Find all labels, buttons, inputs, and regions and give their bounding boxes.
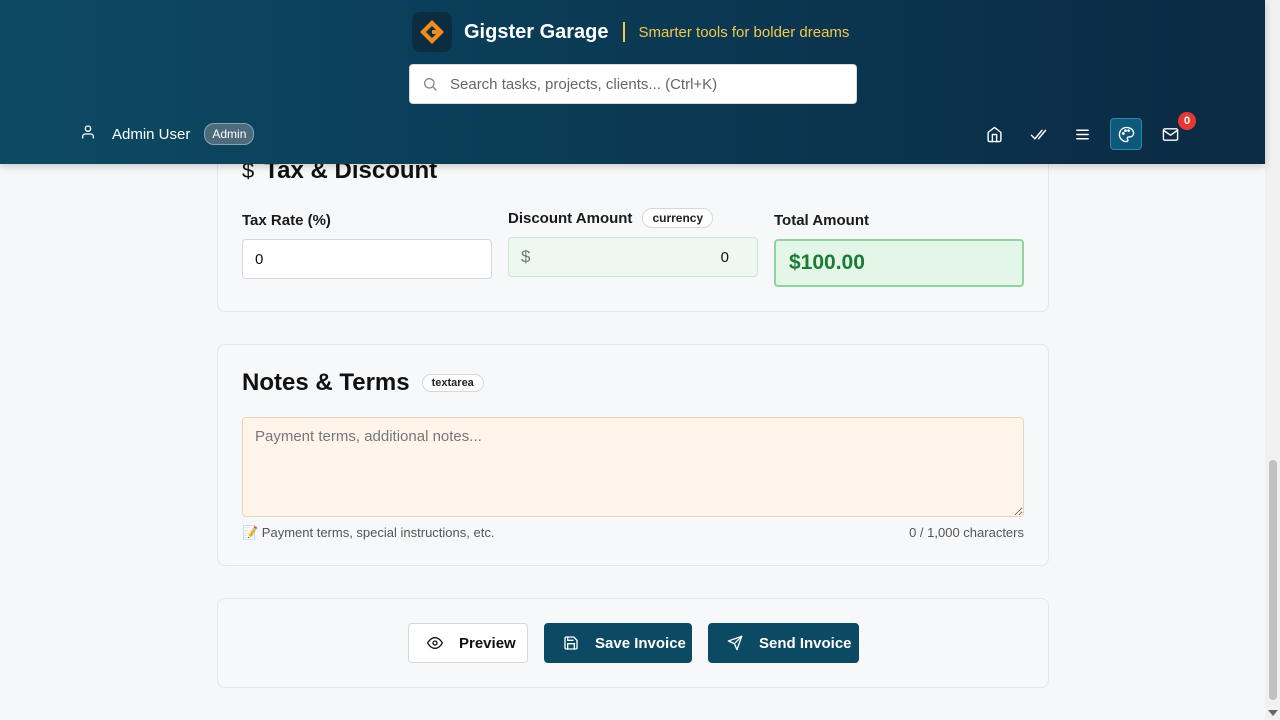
search-input[interactable] — [450, 75, 850, 93]
home-icon[interactable] — [978, 118, 1010, 150]
notification-badge: 0 — [1178, 112, 1196, 130]
discount-input[interactable]: $ 0 — [508, 237, 758, 277]
tax-rate-input[interactable]: 0 — [242, 239, 492, 279]
user-name: Admin User — [112, 125, 191, 143]
textarea-tag: textarea — [421, 374, 484, 392]
total-amount-label: Total Amount — [774, 212, 869, 229]
menu-icon[interactable] — [1066, 118, 1098, 150]
preview-button[interactable]: Preview — [408, 623, 528, 663]
total-amount-value: $100.00 — [789, 251, 865, 274]
app-header: Gigster Garage Smarter tools for bolder … — [0, 0, 1265, 164]
brand[interactable]: Gigster Garage Smarter tools for bolder … — [412, 12, 849, 52]
send-invoice-label: Send Invoice — [759, 634, 852, 652]
brand-divider — [622, 22, 625, 42]
tasks-check-icon[interactable] — [1022, 118, 1054, 150]
role-badge: Admin — [204, 123, 255, 145]
tax-rate-label: Tax Rate (%) — [242, 212, 331, 229]
scrollbar-thumb[interactable] — [1269, 460, 1277, 700]
discount-label: Discount Amount currency — [508, 208, 714, 228]
currency-symbol: $ — [521, 247, 531, 266]
logo-icon — [412, 12, 452, 52]
total-amount-display: $100.00 — [774, 239, 1024, 287]
notes-hint: 📝 Payment terms, special instructions, e… — [242, 525, 495, 540]
currency-tag: currency — [642, 208, 714, 228]
character-counter: 0 / 1,000 characters — [909, 525, 1024, 540]
send-icon — [727, 635, 743, 651]
preview-label: Preview — [459, 634, 516, 652]
brand-name: Gigster Garage — [464, 20, 609, 43]
discount-value: 0 — [720, 248, 729, 266]
notes-terms-title: Notes & Terms textarea — [242, 369, 484, 397]
mail-icon[interactable]: 0 — [1154, 112, 1196, 150]
page-scrollbar[interactable] — [1265, 0, 1280, 720]
user-info[interactable]: Admin User Admin — [80, 123, 255, 145]
brand-tagline: Smarter tools for bolder dreams — [638, 23, 850, 41]
header-nav: 0 — [978, 112, 1198, 150]
notes-textarea[interactable] — [242, 417, 1024, 517]
save-invoice-label: Save Invoice — [595, 634, 686, 652]
discount-label-text: Discount Amount — [508, 209, 633, 227]
eye-icon — [427, 635, 443, 651]
scroll-down-arrow-icon[interactable] — [1268, 710, 1278, 716]
save-invoice-button[interactable]: Save Invoice — [544, 623, 692, 663]
tax-rate-value: 0 — [255, 250, 264, 268]
total-amount-label-text: Total Amount — [774, 212, 869, 229]
send-invoice-button[interactable]: Send Invoice — [708, 623, 859, 663]
tax-rate-label-text: Tax Rate (%) — [242, 212, 331, 229]
global-search[interactable] — [409, 64, 857, 104]
notes-terms-title-text: Notes & Terms — [242, 369, 410, 396]
user-icon — [80, 124, 96, 145]
notes-terms-card: Notes & Terms textarea 📝 Payment terms, … — [217, 344, 1049, 566]
palette-icon[interactable] — [1110, 118, 1142, 150]
invoice-actions-card: Preview Save Invoice Send Invoice — [217, 598, 1049, 688]
search-icon — [422, 76, 438, 92]
save-icon — [563, 635, 579, 651]
